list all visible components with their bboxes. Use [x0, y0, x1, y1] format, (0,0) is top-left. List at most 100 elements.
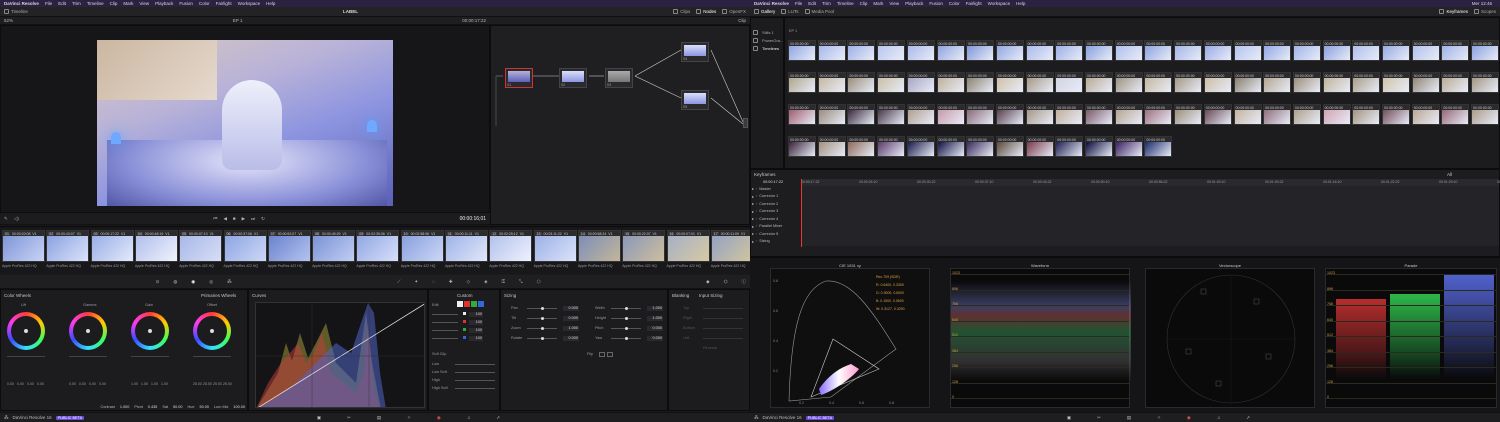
node-mode[interactable]: Clip	[738, 18, 746, 23]
gallery-still[interactable]: 00:00:00:00	[1263, 104, 1292, 125]
right-page-fusion-icon[interactable]: ✧	[1157, 415, 1161, 421]
wheel-value[interactable]: 1.00	[161, 382, 168, 386]
gallery-still[interactable]: 00:00:00:00	[1233, 72, 1262, 93]
gallery-still[interactable]: 00:00:00:00	[1382, 40, 1410, 61]
app-menu[interactable]: DaVinci Resolve	[4, 1, 39, 6]
wheel-center-handle[interactable]	[148, 329, 152, 333]
gallery-still[interactable]: 00:00:00:00	[788, 104, 816, 125]
page-fairlight-icon[interactable]: ♫	[467, 415, 470, 420]
clip-thumbnail[interactable]: 10 00:02:58:06 V1	[400, 230, 444, 262]
keyframe-track-row[interactable]: ▸ ◦ Parallel Mixer	[752, 223, 800, 231]
gallery-still[interactable]: 00:00:00:00	[936, 136, 965, 157]
color-wheel[interactable]	[69, 312, 107, 350]
scopes-icon[interactable]: ⌬	[724, 279, 728, 285]
vectorscope[interactable]: Vectorscope	[1145, 263, 1315, 408]
gallery-still[interactable]: 00:00:00:00	[847, 72, 876, 93]
wheel-value[interactable]: 25.00	[213, 382, 222, 386]
zoom-level[interactable]: 52%	[4, 18, 13, 23]
timeline-button[interactable]: Timeline	[4, 9, 28, 14]
page-media-icon[interactable]: ▣	[317, 415, 321, 421]
sizing-slider-handle[interactable]	[625, 307, 628, 310]
album-powergrade[interactable]: PowerGra...	[753, 37, 783, 44]
blue-toggle[interactable]	[478, 301, 484, 307]
pointer-icon[interactable]: ✎	[4, 216, 8, 222]
gallery-still[interactable]: 00:00:00:00	[1441, 104, 1470, 125]
loop-icon[interactable]: ↻	[261, 216, 265, 222]
menu-item-fairlight[interactable]: Fairlight	[966, 1, 982, 6]
clips-button[interactable]: Clips	[673, 9, 690, 14]
expand-icon[interactable]: ▸	[752, 186, 754, 191]
wheel-value[interactable]: 0.00	[89, 382, 96, 386]
gallery-still[interactable]: 00:00:00:00	[1055, 136, 1084, 157]
gallery-still[interactable]: 00:00:00:00	[1174, 104, 1203, 125]
right-page-edit-icon[interactable]: ▤	[1127, 415, 1131, 421]
gallery-still[interactable]: 00:00:00:00	[1352, 40, 1381, 61]
color-wheels-icon[interactable]: ◉	[191, 279, 195, 285]
red-toggle[interactable]	[464, 301, 470, 307]
gallery-still[interactable]: 00:00:00:00	[1263, 40, 1292, 61]
channel-value[interactable]: 100	[469, 336, 483, 341]
gallery-still[interactable]: 00:00:00:00	[995, 136, 1024, 157]
gallery-still[interactable]: 00:00:00:00	[995, 40, 1024, 61]
right-page-deliver-icon[interactable]: ➚	[1246, 415, 1250, 421]
menu-item-mark[interactable]: Mark	[123, 1, 133, 6]
gallery-still[interactable]: 00:00:00:00	[1114, 40, 1143, 61]
tracker-icon[interactable]: ✚	[449, 279, 453, 285]
gallery-still[interactable]: 00:00:00:00	[936, 72, 965, 93]
clip-thumbnail[interactable]: 17 00:00:11:09 V1	[710, 230, 754, 262]
gallery-still[interactable]: 00:00:00:00	[1382, 104, 1410, 125]
scopes-button[interactable]: Scopes	[1473, 9, 1496, 14]
wheel-master-slider[interactable]	[193, 356, 231, 357]
gallery-still[interactable]: 00:00:00:00	[847, 104, 876, 125]
motion-effects-icon[interactable]: ⁂	[227, 279, 232, 285]
menu-item-playback[interactable]: Playback	[155, 1, 173, 6]
expand-icon[interactable]: ▸	[752, 216, 754, 221]
clip-thumbnail[interactable]: 16 00:00:07:01 V1	[666, 230, 710, 262]
channel-value[interactable]: 100	[469, 320, 483, 325]
menu-item-fusion[interactable]: Fusion	[929, 1, 943, 6]
clip-thumbnail[interactable]: 02 00:00:43:07 V1	[46, 230, 90, 262]
gallery-still[interactable]: 00:00:00:00	[817, 104, 846, 125]
gallery-still[interactable]: 00:00:00:00	[1055, 104, 1084, 125]
gallery-still[interactable]: 00:00:00:00	[906, 104, 935, 125]
gallery-still[interactable]: 00:00:00:00	[877, 136, 906, 157]
gallery-still[interactable]: 00:00:00:00	[1025, 136, 1054, 157]
gallery-still[interactable]: 00:00:00:00	[966, 72, 995, 93]
node-graph[interactable]: 01 02 03 04 05	[490, 25, 750, 225]
wheel-master-slider[interactable]	[69, 356, 107, 357]
menu-item-mark[interactable]: Mark	[873, 1, 883, 6]
right-app-menu[interactable]: DaVinci Resolve	[754, 1, 789, 6]
menu-item-view[interactable]: View	[889, 1, 899, 6]
sizing-value[interactable]: 1.000	[647, 316, 663, 321]
clip-thumbnail[interactable]: 04 00:00:48:19 V1	[134, 230, 178, 262]
output-node[interactable]	[743, 118, 748, 128]
right-page-media-icon[interactable]: ▣	[1067, 415, 1071, 421]
soft-clip-slider[interactable]	[455, 372, 495, 373]
menu-item-view[interactable]: View	[139, 1, 149, 6]
gallery-still[interactable]: 00:00:00:00	[1085, 136, 1113, 157]
color-match-icon[interactable]: ◍	[173, 279, 177, 285]
page-fusion-icon[interactable]: ✧	[407, 415, 411, 421]
blanking-slider[interactable]	[703, 328, 743, 329]
magic-mask-icon[interactable]: ◇	[467, 279, 470, 285]
color-wheel[interactable]	[131, 312, 169, 350]
skip-end-icon[interactable]: ⏭	[251, 216, 255, 221]
sizing-slider-handle[interactable]	[541, 337, 544, 340]
footer-value[interactable]: 100.00	[233, 405, 245, 409]
gallery-still[interactable]: 00:00:00:00	[1174, 72, 1203, 93]
keyframes-filter[interactable]: All	[1447, 172, 1452, 177]
rgb-mixer-icon[interactable]: ◎	[209, 279, 213, 285]
gallery-still[interactable]: 00:00:00:00	[1292, 72, 1321, 93]
waveform-scope[interactable]: Waveform 1023 896 768 640 512 384 256 128 0	[950, 263, 1131, 408]
menu-item-fusion[interactable]: Fusion	[179, 1, 193, 6]
gallery-still[interactable]: 00:00:00:00	[1203, 104, 1232, 125]
gallery-still[interactable]: 00:00:00:00	[1055, 40, 1084, 61]
gallery-still[interactable]: 00:00:00:00	[966, 104, 995, 125]
gallery-still[interactable]: 00:00:00:00	[1085, 72, 1113, 93]
wheel-value[interactable]: 0.00	[7, 382, 14, 386]
clip-thumbnail[interactable]: 14 00:00:58:24 V1	[577, 230, 621, 262]
channel-slider[interactable]	[432, 314, 458, 315]
lock-icon[interactable]: ◦	[756, 202, 757, 206]
keyframe-tracks[interactable]	[801, 186, 1499, 246]
menu-item-color[interactable]: Color	[199, 1, 210, 6]
